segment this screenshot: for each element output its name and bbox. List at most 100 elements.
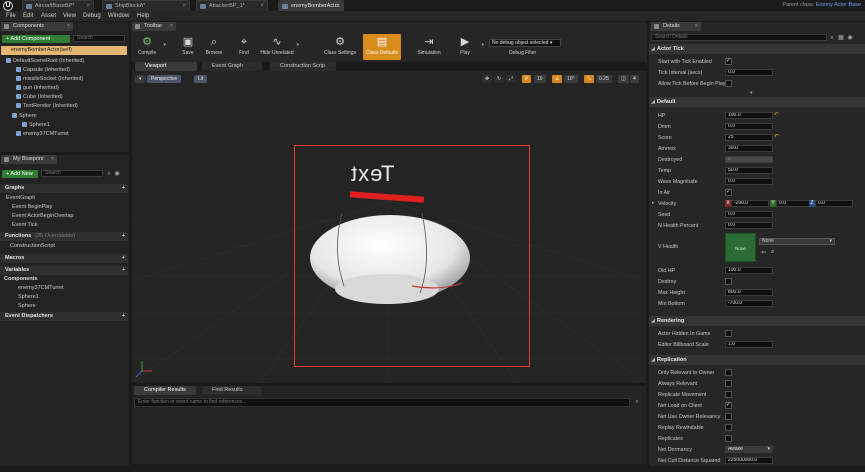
menu-asset[interactable]: Asset: [41, 13, 56, 19]
close-icon[interactable]: ×: [86, 1, 90, 11]
expand-advanced-icon[interactable]: ▾: [750, 90, 753, 96]
macros-section-header[interactable]: Macros +: [0, 254, 128, 263]
tab-construction-script[interactable]: Construction Scrip: [270, 62, 336, 71]
variables-section-header[interactable]: Variables +: [0, 266, 128, 275]
eye-icon[interactable]: ◉: [847, 35, 853, 41]
variable-item[interactable]: Sphere1: [18, 294, 39, 301]
search-icon[interactable]: ⌕: [634, 399, 640, 405]
category-actor-tick[interactable]: ◢ Actor Tick: [649, 44, 865, 54]
replicates-checkbox[interactable]: [725, 435, 732, 442]
graphs-section-header[interactable]: Graphs +: [0, 184, 128, 193]
component-tree-item[interactable]: Cube (Inherited): [16, 94, 63, 101]
document-tab-active[interactable]: enemyBomberActor ×: [278, 0, 344, 11]
browse-button[interactable]: ⌕ Browse: [199, 34, 229, 60]
chevron-right-icon[interactable]: ▸: [652, 200, 655, 206]
component-tree-item[interactable]: Sphere: [12, 113, 37, 120]
chevron-down-icon[interactable]: ▾: [296, 42, 299, 48]
viewport-options-button[interactable]: ▾: [135, 75, 146, 83]
hide-unrelated-button[interactable]: ∿ Hide Unrelated ▾: [259, 34, 299, 60]
chevron-down-icon[interactable]: ▾: [163, 42, 166, 48]
parent-class-link[interactable]: Enemy Actor Base: [816, 2, 861, 8]
camera-speed-icon[interactable]: ◫: [618, 75, 629, 83]
transform-move-icon[interactable]: ✥: [482, 75, 493, 83]
document-tab[interactable]: AttackerBP_1* ×: [196, 0, 268, 11]
replay-rewindable-checkbox[interactable]: [725, 424, 732, 431]
scale-snap-toggle[interactable]: ⤡: [584, 75, 595, 83]
component-tree-item[interactable]: enemy37CMTurret: [16, 131, 69, 138]
in-air-checkbox[interactable]: ✓: [725, 189, 732, 196]
old-hp-field[interactable]: 100.0: [725, 267, 773, 274]
velocity-z-field[interactable]: 0.0: [815, 200, 853, 207]
menu-window[interactable]: Window: [108, 13, 129, 19]
event-item[interactable]: Event Tick: [12, 222, 37, 229]
class-settings-button[interactable]: ⚙ Class Settings: [321, 34, 359, 60]
temp-field[interactable]: 50.0: [725, 167, 773, 174]
variables-components-group[interactable]: Components: [4, 276, 38, 283]
seed-field[interactable]: 0.0: [725, 211, 773, 218]
eye-icon[interactable]: ◉: [114, 171, 120, 177]
search-icon[interactable]: ⌕: [106, 171, 112, 177]
close-icon[interactable]: ×: [67, 22, 70, 31]
browse-asset-icon[interactable]: ⌕: [771, 249, 774, 256]
add-dispatcher-icon[interactable]: +: [122, 312, 125, 321]
event-graph-item[interactable]: EventGraph: [6, 195, 35, 202]
menu-file[interactable]: File: [6, 13, 16, 19]
dmm-field[interactable]: 0.0: [725, 123, 773, 130]
health-percent-field[interactable]: 0.0: [725, 222, 773, 229]
rotation-snap-toggle[interactable]: ∠: [552, 75, 563, 83]
net-load-client-checkbox[interactable]: ✓: [725, 402, 732, 409]
class-defaults-button[interactable]: ▤ Class Defaults: [363, 34, 401, 60]
component-root-row[interactable]: enemyBomberActor(self): [1, 46, 127, 55]
component-tree-item[interactable]: TextRender (Inherited): [16, 103, 78, 110]
allow-tick-checkbox[interactable]: [725, 80, 732, 87]
transform-scale-icon[interactable]: ⤢: [506, 75, 517, 83]
event-item[interactable]: Event ActorBeginOverlap: [12, 213, 73, 220]
use-selected-icon[interactable]: ⇦: [761, 249, 766, 256]
close-icon[interactable]: ×: [336, 1, 340, 11]
grid-snap-value[interactable]: 10: [534, 75, 546, 83]
component-tree-item[interactable]: missileSocket (Inherited): [16, 76, 83, 83]
blueprint-search-input[interactable]: Search: [41, 170, 103, 177]
reset-default-icon[interactable]: ↶: [774, 112, 780, 118]
component-tree-item[interactable]: gun (Inherited): [16, 85, 59, 92]
tab-find-results[interactable]: Find Results: [202, 386, 262, 395]
chevron-down-icon[interactable]: ▾: [481, 42, 484, 48]
event-item[interactable]: Event BeginPlay: [12, 204, 52, 211]
camera-speed-value[interactable]: 4: [630, 75, 639, 83]
simulation-button[interactable]: ⇥ Simulation: [412, 34, 446, 60]
tick-interval-field[interactable]: 0.0: [725, 69, 773, 76]
functions-section-header[interactable]: Functions (25 Overridable) +: [0, 232, 128, 241]
net-owner-relevancy-checkbox[interactable]: [725, 413, 732, 420]
rotation-snap-value[interactable]: 10°: [564, 75, 578, 83]
min-bottom-field[interactable]: -700.0: [725, 300, 773, 307]
menu-view[interactable]: View: [63, 13, 76, 19]
lit-button[interactable]: Lit: [194, 75, 208, 83]
close-icon[interactable]: ×: [260, 1, 264, 11]
document-tab[interactable]: AircraftBaseBP* ×: [22, 0, 94, 11]
replicate-movement-checkbox[interactable]: [725, 391, 732, 398]
velocity-x-field[interactable]: -200.0: [731, 200, 769, 207]
add-graph-icon[interactable]: +: [122, 184, 125, 193]
actor-hidden-checkbox[interactable]: [725, 330, 732, 337]
add-new-button[interactable]: + Add New: [2, 170, 38, 178]
billboard-scale-field[interactable]: 1.0: [725, 341, 773, 348]
component-tree-item[interactable]: DefaultSceneRoot (Inherited): [6, 58, 84, 65]
menu-help[interactable]: Help: [137, 13, 149, 19]
variable-item[interactable]: Sphere: [18, 303, 36, 310]
menu-debug[interactable]: Debug: [83, 13, 101, 19]
tab-compiler-results[interactable]: Compiler Results: [134, 386, 196, 395]
tab-details[interactable]: Details ×: [651, 22, 701, 31]
tab-viewport[interactable]: Viewport: [135, 62, 197, 71]
always-relevant-checkbox[interactable]: [725, 380, 732, 387]
dispatchers-section-header[interactable]: Event Dispatchers +: [0, 312, 128, 321]
grid-view-icon[interactable]: ▦: [838, 35, 844, 41]
add-macro-icon[interactable]: +: [122, 254, 125, 263]
close-icon[interactable]: ×: [182, 1, 186, 11]
close-icon[interactable]: ×: [170, 22, 173, 31]
tab-toolbar[interactable]: Toolbar ×: [132, 22, 176, 31]
compile-button[interactable]: ⚙ Compile ▾: [132, 34, 166, 60]
debug-object-select[interactable]: No debug object selected ▾: [489, 39, 561, 47]
search-icon[interactable]: ⌕: [829, 35, 835, 41]
reset-default-icon[interactable]: ↶: [774, 134, 780, 140]
vhealth-asset-select[interactable]: None ▾: [759, 238, 835, 245]
